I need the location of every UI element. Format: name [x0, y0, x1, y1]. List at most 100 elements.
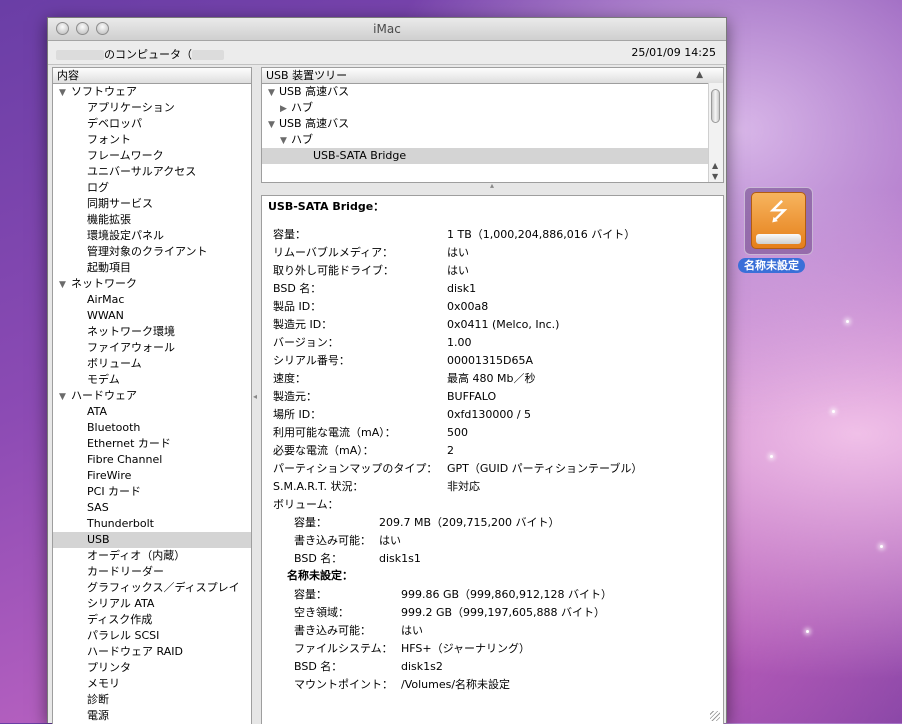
sidebar-item[interactable]: ▼ ハードウェア [53, 388, 251, 404]
sidebar-item[interactable]: プリンタ [53, 660, 251, 676]
property-value: 999.2 GB（999,197,605,888 バイト） [401, 606, 606, 619]
sidebar-item-label: 機能拡張 [87, 213, 131, 226]
sidebar-item[interactable]: パラレル SCSI [53, 628, 251, 644]
property-value: GPT（GUID パーティションテーブル） [447, 462, 643, 475]
sidebar-item-label: ログ [87, 181, 109, 194]
vertical-splitter[interactable]: ◂ [252, 67, 261, 724]
sidebar-item[interactable]: ハードウェア RAID [53, 644, 251, 660]
sidebar-item[interactable]: フォント [53, 132, 251, 148]
sidebar-item[interactable]: 管理対象のクライアント [53, 244, 251, 260]
scroll-down-icon[interactable]: ▼ [712, 172, 718, 181]
tree-item[interactable] [262, 164, 723, 170]
sidebar-item-label: モデム [87, 373, 120, 386]
disclosure-triangle-icon[interactable]: ▶ [280, 101, 291, 117]
sidebar-item-label: 管理対象のクライアント [87, 245, 208, 258]
sidebar-item-label: フォント [87, 133, 131, 146]
sidebar-item[interactable]: オーディオ（内蔵） [53, 548, 251, 564]
sidebar-item[interactable]: フレームワーク [53, 148, 251, 164]
title-bar[interactable]: iMac [48, 18, 726, 41]
property-key: BSD 名： [273, 282, 322, 295]
usb-disk-icon[interactable]: ⭍ [744, 187, 813, 255]
property-key: 空き領域： [294, 606, 349, 619]
sidebar-item[interactable]: デベロッパ [53, 116, 251, 132]
sidebar-item-label: Thunderbolt [87, 517, 154, 530]
device-title: USB-SATA Bridge： [268, 200, 385, 213]
scroll-up-icon[interactable]: ▲ [712, 161, 718, 170]
property-value: 2 [447, 444, 454, 457]
sidebar-item-label: Bluetooth [87, 421, 141, 434]
sidebar-item[interactable]: ログ [53, 180, 251, 196]
sidebar-item[interactable]: 診断 [53, 692, 251, 708]
sidebar-header[interactable]: 内容 [53, 68, 251, 84]
sidebar-item[interactable]: 同期サービス [53, 196, 251, 212]
sidebar-item-label: アプリケーション [87, 101, 175, 114]
sidebar-item[interactable]: USB [53, 532, 251, 548]
sidebar-item[interactable]: メモリ [53, 676, 251, 692]
disclosure-triangle-icon[interactable]: ▼ [268, 85, 279, 101]
sidebar-item[interactable]: AirMac [53, 292, 251, 308]
sidebar-item-label: AirMac [87, 293, 125, 306]
property-value: HFS+（ジャーナリング） [401, 642, 531, 655]
sidebar-item[interactable]: モデム [53, 372, 251, 388]
sidebar-item[interactable]: シリアル ATA [53, 596, 251, 612]
sidebar-item[interactable]: ボリューム [53, 356, 251, 372]
scroll-thumb[interactable] [711, 89, 720, 123]
tree-item[interactable]: USB-SATA Bridge [262, 148, 723, 164]
sort-ascending-icon[interactable]: ▲ [696, 68, 703, 83]
sidebar-item[interactable]: ▼ ソフトウェア [53, 84, 251, 100]
sidebar-item[interactable]: Bluetooth [53, 420, 251, 436]
sidebar-item-label: ATA [87, 405, 108, 418]
property-value: disk1s2 [401, 660, 443, 673]
disk-label[interactable]: 名称未設定 [738, 258, 805, 273]
sidebar-item[interactable]: ユニバーサルアクセス [53, 164, 251, 180]
sidebar-item[interactable]: 起動項目 [53, 260, 251, 276]
sidebar-item[interactable]: ▼ ネットワーク [53, 276, 251, 292]
property-value: disk1s1 [379, 552, 421, 565]
sidebar-item[interactable]: アプリケーション [53, 100, 251, 116]
sidebar-item[interactable]: Ethernet カード [53, 436, 251, 452]
sidebar-item[interactable]: ディスク作成 [53, 612, 251, 628]
property-key: 製品 ID： [273, 300, 322, 313]
sidebar-item-label: ハードウェア [71, 389, 137, 402]
sidebar-item[interactable]: 環境設定パネル [53, 228, 251, 244]
tree-item[interactable]: ▶ ハブ [262, 100, 723, 116]
tree-item[interactable]: ▼ ハブ [262, 132, 723, 148]
sidebar-item[interactable]: ネットワーク環境 [53, 324, 251, 340]
sidebar-list: ▼ ソフトウェア アプリケーションデベロッパ フォントフレームワーク ユニバーサルアクセ… [53, 84, 251, 724]
sidebar-item-label: WWAN [87, 309, 124, 322]
disclosure-triangle-icon[interactable]: ▼ [59, 389, 71, 405]
tree-scrollbar[interactable]: ▲ ▼ [708, 83, 723, 182]
resize-grip-icon[interactable] [710, 711, 720, 721]
disclosure-triangle-icon[interactable]: ▼ [59, 85, 71, 101]
property-value: 209.7 MB（209,715,200 バイト） [379, 516, 560, 529]
sidebar-item-label: ディスク作成 [87, 613, 153, 626]
sidebar-item[interactable]: カードリーダー [53, 564, 251, 580]
sidebar-item[interactable]: ATA [53, 404, 251, 420]
tree-item[interactable]: ▼ USB 高速バス [262, 84, 723, 100]
star-decoration [806, 630, 809, 633]
splitter-grip-icon: ◂ [253, 392, 258, 401]
sidebar-item[interactable]: ファイアウォール [53, 340, 251, 356]
disclosure-triangle-icon[interactable]: ▼ [280, 133, 291, 149]
tree-header[interactable]: USB 装置ツリー ▲ [262, 68, 723, 84]
sidebar-item[interactable]: 機能拡張 [53, 212, 251, 228]
property-key: 容量： [294, 516, 327, 529]
sidebar-item[interactable]: グラフィックス／ディスプレイ [53, 580, 251, 596]
disclosure-triangle-icon[interactable]: ▼ [268, 117, 279, 133]
volume-title: 名称未設定： [287, 569, 353, 582]
sidebar-item[interactable]: WWAN [53, 308, 251, 324]
sidebar-item[interactable]: SAS [53, 500, 251, 516]
tree-item[interactable]: ▼ USB 高速バス [262, 116, 723, 132]
tree-item-label: USB 高速バス [279, 85, 350, 98]
sidebar-item-label: グラフィックス／ディスプレイ [87, 581, 240, 594]
sidebar-item[interactable]: FireWire [53, 468, 251, 484]
disclosure-triangle-icon[interactable]: ▼ [59, 277, 71, 293]
property-key: S.M.A.R.T. 状況： [273, 480, 364, 493]
sidebar-item-label: ファイアウォール [87, 341, 175, 354]
sidebar-item[interactable]: Thunderbolt [53, 516, 251, 532]
sidebar-item[interactable]: 電源 [53, 708, 251, 724]
horizontal-splitter[interactable]: ▴ [261, 181, 724, 195]
sidebar-item[interactable]: Fibre Channel [53, 452, 251, 468]
sidebar-item[interactable]: PCI カード [53, 484, 251, 500]
property-value: disk1 [447, 282, 477, 295]
